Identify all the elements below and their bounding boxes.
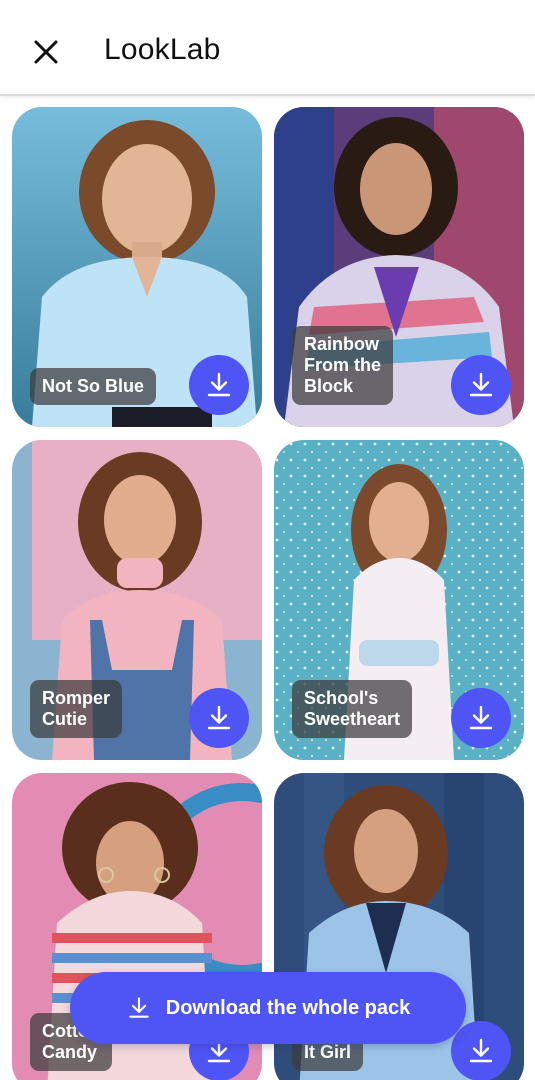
download-button[interactable]	[451, 1021, 511, 1080]
looks-grid: Not So Blue Rainbow From the Block Rompe…	[0, 0, 535, 1080]
download-button[interactable]	[189, 355, 249, 415]
close-icon	[34, 40, 58, 64]
look-label: Not So Blue	[30, 368, 156, 405]
download-icon	[469, 705, 493, 730]
app: LookLab Not So Blue Rainbow From the Blo…	[0, 0, 535, 1080]
download-button[interactable]	[451, 355, 511, 415]
page-title: LookLab	[104, 33, 221, 66]
download-icon	[469, 1038, 493, 1063]
look-label: School's Sweetheart	[292, 680, 413, 738]
download-icon	[469, 372, 493, 397]
app-header: LookLab	[0, 0, 535, 96]
download-button[interactable]	[189, 688, 249, 748]
download-icon	[207, 372, 231, 397]
close-button[interactable]	[26, 32, 66, 72]
download-pack-label: Download the whole pack	[165, 996, 411, 1019]
look-label: Romper Cutie	[30, 680, 123, 738]
download-icon	[126, 995, 152, 1021]
look-label: Rainbow From the Block	[292, 326, 394, 405]
look-card[interactable]: Rainbow From the Block	[274, 107, 524, 427]
look-card[interactable]: Not So Blue	[12, 107, 262, 427]
download-icon	[207, 705, 231, 730]
look-card[interactable]: Romper Cutie	[12, 440, 262, 760]
download-pack-button[interactable]: Download the whole pack	[70, 972, 466, 1044]
look-card[interactable]: School's Sweetheart	[274, 440, 524, 760]
download-button[interactable]	[451, 688, 511, 748]
